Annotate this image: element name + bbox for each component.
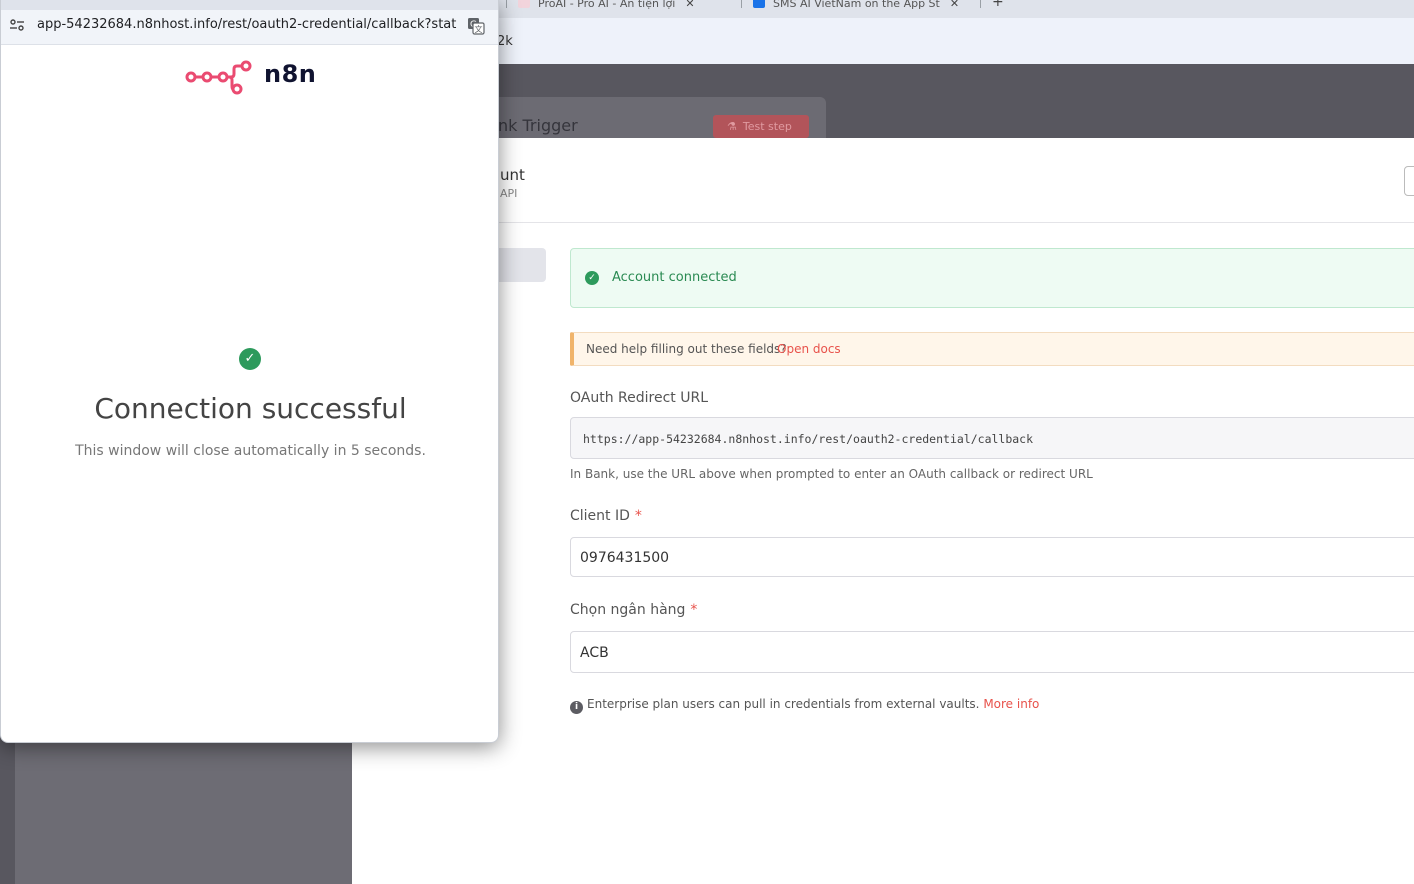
background-url-fragment: 2k — [497, 34, 513, 49]
close-tab-icon[interactable]: ✕ — [950, 0, 959, 10]
docs-help-banner: Need help filling out these fields? Open… — [570, 332, 1414, 366]
credential-subtitle: API — [500, 187, 518, 200]
tab-separator — [980, 0, 981, 8]
test-step-button[interactable]: ⚗ Test step — [713, 115, 809, 138]
check-circle-icon: ✓ — [585, 271, 599, 285]
redirect-url-field[interactable]: https://app-54232684.n8nhost.info/rest/o… — [570, 417, 1414, 459]
popup-url[interactable]: app-54232684.n8nhost.info/rest/oauth2-cr… — [37, 17, 457, 32]
enterprise-note: i Enterprise plan users can pull in crede… — [570, 697, 1039, 714]
popup-title-strip — [1, 0, 498, 10]
translate-icon[interactable]: G 文 — [467, 17, 485, 35]
close-tab-icon[interactable]: ✕ — [685, 0, 694, 10]
connection-success-title: Connection successful — [94, 392, 407, 425]
account-connected-banner: ✓ Account connected — [570, 248, 1414, 308]
tab-label: SMS AI VietNam on the App St — [773, 0, 940, 10]
tab-favicon-icon — [753, 0, 765, 8]
client-id-input[interactable]: 0976431500 — [570, 537, 1414, 577]
browser-tab-proai[interactable]: ProAI - Pro AI - An tiện lợi ✕ — [518, 0, 733, 18]
oauth-popup-window: app-54232684.n8nhost.info/rest/oauth2-cr… — [0, 0, 499, 743]
browser-tab-sms-ai[interactable]: SMS AI VietNam on the App St ✕ — [753, 0, 971, 18]
bank-select[interactable]: ACB — [570, 631, 1414, 673]
required-marker: * — [690, 602, 698, 618]
test-step-label: Test step — [742, 120, 792, 133]
svg-text:文: 文 — [475, 24, 483, 34]
tab-separator — [506, 0, 507, 8]
info-icon: i — [570, 701, 583, 714]
node-title: nk Trigger — [498, 116, 578, 135]
site-settings-icon[interactable] — [9, 18, 25, 32]
n8n-logo-text: n8n — [264, 60, 317, 88]
client-id-label: Client ID * — [570, 508, 642, 524]
new-tab-icon[interactable]: + — [992, 0, 1004, 10]
tab-favicon-icon — [518, 0, 530, 8]
auto-close-message: This window will close automatically in … — [75, 443, 426, 459]
popup-address-bar[interactable]: app-54232684.n8nhost.info/rest/oauth2-cr… — [1, 0, 498, 45]
help-text: Need help filling out these fields? — [586, 342, 787, 356]
bank-select-label: Chọn ngân hàng * — [570, 602, 697, 618]
n8n-logo-icon — [185, 60, 252, 95]
open-docs-link[interactable]: Open docs — [777, 342, 841, 356]
enterprise-note-text: Enterprise plan users can pull in creden… — [587, 697, 980, 711]
success-check-icon: ✓ — [239, 348, 261, 370]
label-text: Client ID — [570, 508, 630, 524]
flask-icon: ⚗ — [727, 120, 737, 133]
save-button[interactable] — [1404, 166, 1414, 196]
banner-text: Account connected — [612, 270, 737, 285]
credential-title: unt — [500, 166, 525, 184]
redirect-url-label: OAuth Redirect URL — [570, 390, 708, 406]
canvas-panel — [15, 740, 352, 884]
required-marker: * — [634, 508, 642, 524]
tab-separator — [741, 0, 742, 8]
divider — [352, 222, 1414, 223]
label-text: Chọn ngân hàng — [570, 602, 686, 618]
redirect-url-hint: In Bank, use the URL above when prompted… — [570, 467, 1093, 481]
tab-label: ProAI - Pro AI - An tiện lợi — [538, 0, 676, 10]
more-info-link[interactable]: More info — [983, 697, 1039, 711]
